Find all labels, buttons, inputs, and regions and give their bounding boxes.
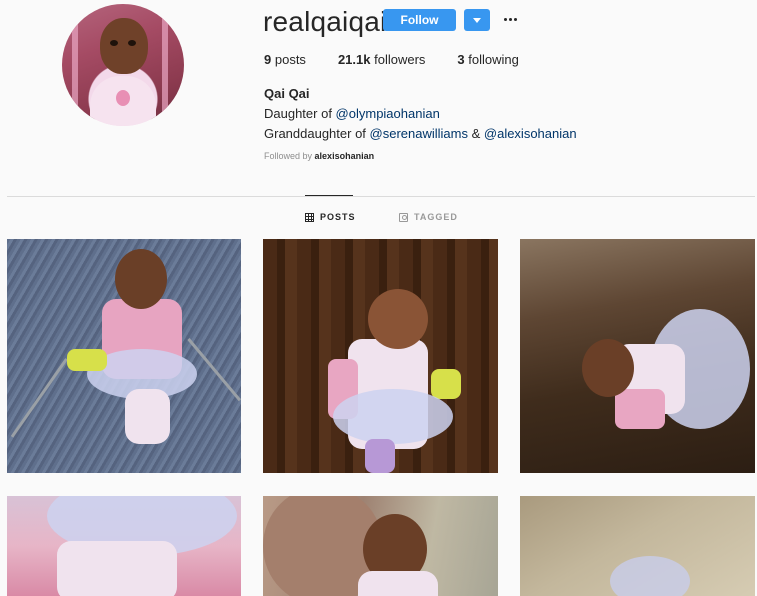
mention-link[interactable]: @serenawilliams xyxy=(370,126,468,141)
profile-divider xyxy=(7,196,755,197)
profile-full-name: Qai Qai xyxy=(264,86,310,101)
doll-shape xyxy=(365,439,395,473)
followed-by: Followed by alexisohanian xyxy=(264,151,374,161)
followed-by-user-link[interactable]: alexisohanian xyxy=(315,151,375,161)
crutch-shape xyxy=(10,358,68,438)
profile-bio: Daughter of @olympiaohanian Granddaughte… xyxy=(264,104,577,144)
profile-stats: 9 posts 21.1k followers 3 following xyxy=(264,52,551,67)
chevron-down-icon xyxy=(473,17,481,23)
doll-shape xyxy=(57,541,177,596)
posts-count: 9 posts xyxy=(264,52,306,67)
active-tab-indicator xyxy=(305,195,353,196)
avatar-detail xyxy=(72,4,78,126)
profile-avatar[interactable] xyxy=(62,4,184,126)
doll-shape xyxy=(582,339,634,397)
post-thumbnail[interactable] xyxy=(7,496,241,596)
bio-line: Granddaughter of @serenawilliams & @alex… xyxy=(264,124,577,144)
bio-text: & xyxy=(467,126,484,141)
suggestions-dropdown-button[interactable] xyxy=(464,9,490,31)
post-thumbnail[interactable] xyxy=(520,239,755,473)
post-thumbnail[interactable] xyxy=(7,239,241,473)
followers-count-label: followers xyxy=(374,52,426,67)
mention-link[interactable]: @olympiaohanian xyxy=(336,106,440,121)
bio-line: Daughter of @olympiaohanian xyxy=(264,104,577,124)
profile-username: realqaiqai xyxy=(263,6,387,37)
post-thumbnail[interactable] xyxy=(263,239,498,473)
more-options-button[interactable] xyxy=(500,9,520,29)
tab-tagged-label: TAGGED xyxy=(414,212,458,222)
doll-shape xyxy=(615,389,665,429)
following-count-label: following xyxy=(468,52,519,67)
bio-text: Granddaughter of xyxy=(264,126,370,141)
follow-button[interactable]: Follow xyxy=(383,9,456,31)
followers-count-value: 21.1k xyxy=(337,52,371,67)
posts-count-value: 9 xyxy=(264,52,272,67)
following-count-value: 3 xyxy=(457,52,465,67)
tab-posts-label: POSTS xyxy=(320,212,356,222)
doll-shape xyxy=(368,289,428,349)
following-link[interactable]: 3 following xyxy=(457,52,518,67)
posts-count-label: posts xyxy=(274,52,306,67)
avatar-detail xyxy=(110,40,118,46)
avatar-detail xyxy=(116,90,130,106)
grid-icon xyxy=(305,212,314,222)
tab-tagged[interactable]: TAGGED xyxy=(399,212,458,222)
doll-shape xyxy=(431,369,461,399)
bio-text: Daughter of xyxy=(264,106,336,121)
doll-shape xyxy=(67,349,107,371)
more-options-icon xyxy=(503,17,517,21)
avatar-detail xyxy=(128,40,136,46)
mention-link[interactable]: @alexisohanian xyxy=(484,126,577,141)
followed-by-label: Followed by xyxy=(264,151,313,161)
doll-shape xyxy=(333,389,453,444)
doll-shape xyxy=(125,389,170,444)
avatar-detail xyxy=(100,18,148,74)
post-thumbnail[interactable] xyxy=(520,496,755,596)
tag-icon xyxy=(399,212,408,222)
doll-shape xyxy=(610,556,690,596)
doll-shape xyxy=(115,249,167,309)
tab-posts[interactable]: POSTS xyxy=(305,212,356,222)
followers-link[interactable]: 21.1k followers xyxy=(338,52,425,67)
doll-shape xyxy=(358,571,438,596)
avatar-detail xyxy=(162,4,168,126)
post-thumbnail[interactable] xyxy=(263,496,498,596)
